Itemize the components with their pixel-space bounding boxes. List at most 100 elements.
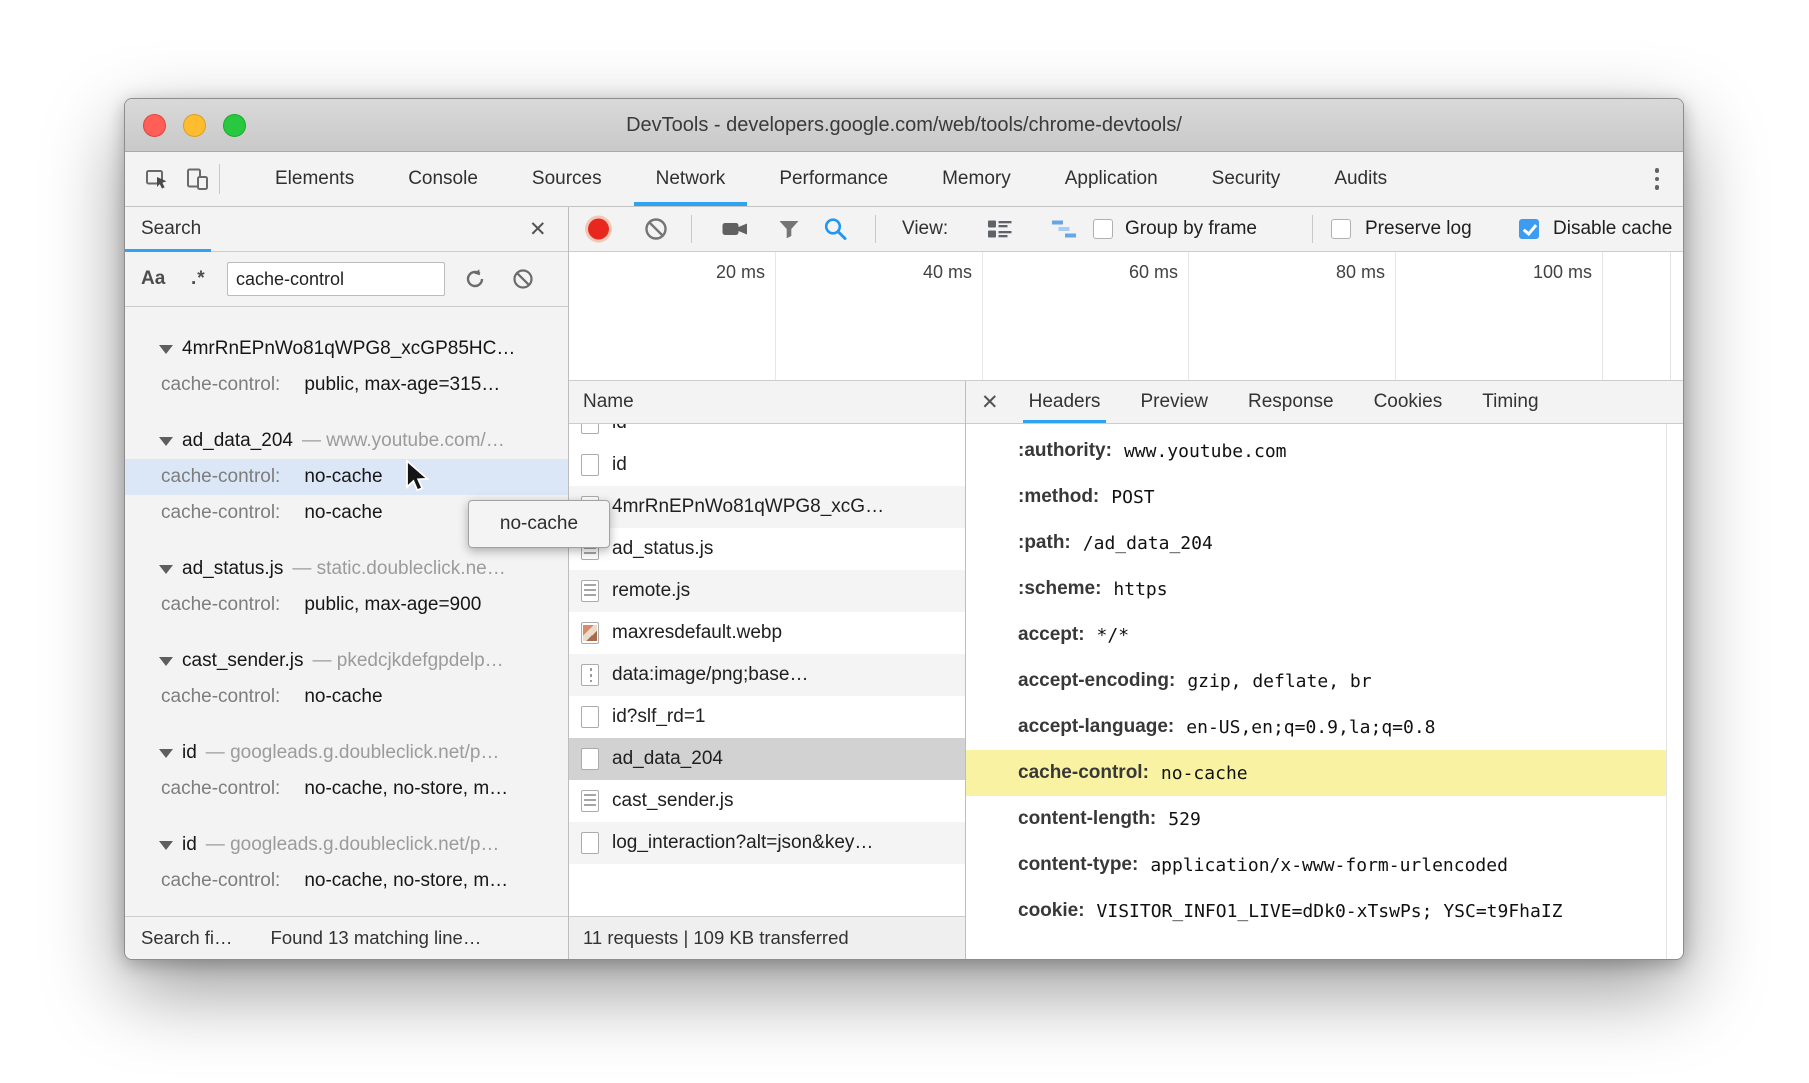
- request-rows: id id 4mrRnEPnWo81qWPG8_xcG… ad_status.j…: [569, 424, 965, 916]
- tab-response[interactable]: Response: [1228, 381, 1354, 423]
- request-row[interactable]: id: [569, 444, 965, 486]
- details-tabbar: ✕ Headers Preview Response Cookies Timin…: [966, 381, 1683, 424]
- header-line[interactable]: accept:*/*: [966, 612, 1683, 658]
- document-file-icon: [581, 706, 599, 728]
- search-match-line[interactable]: cache-control: public, max-age=900: [125, 587, 568, 623]
- collapse-triangle-icon: [159, 565, 173, 574]
- group-by-frame-checkbox[interactable]: [1093, 219, 1113, 239]
- waterfall-overview-icon[interactable]: [1051, 217, 1077, 241]
- header-line[interactable]: content-length:529: [966, 796, 1683, 842]
- tab-security[interactable]: Security: [1185, 152, 1308, 206]
- preserve-log-label[interactable]: Preserve log: [1365, 218, 1472, 240]
- tab-elements[interactable]: Elements: [248, 152, 381, 206]
- regex-button[interactable]: .*: [191, 268, 206, 290]
- request-row[interactable]: ad_status.js: [569, 528, 965, 570]
- close-window-button[interactable]: [143, 114, 166, 137]
- funnel-icon[interactable]: [777, 217, 801, 241]
- script-file-icon: [581, 580, 599, 602]
- tab-performance[interactable]: Performance: [752, 152, 915, 206]
- request-row[interactable]: log_interaction?alt=json&key…: [569, 822, 965, 864]
- request-row[interactable]: cast_sender.js: [569, 780, 965, 822]
- header-line-highlighted[interactable]: cache-control:no-cache: [966, 750, 1666, 796]
- devtools-menu-button[interactable]: [1631, 152, 1684, 206]
- record-icon[interactable]: [588, 219, 609, 240]
- search-group-header[interactable]: cast_sender.js — pkedcjkdefgpdelp…: [125, 643, 568, 679]
- camera-icon[interactable]: [721, 217, 749, 241]
- close-details-button[interactable]: ✕: [966, 381, 1009, 423]
- tab-preview[interactable]: Preview: [1120, 381, 1228, 423]
- tab-application[interactable]: Application: [1038, 152, 1185, 206]
- request-row[interactable]: maxresdefault.webp: [569, 612, 965, 654]
- search-input[interactable]: [227, 262, 445, 296]
- header-line[interactable]: accept-encoding:gzip, deflate, br: [966, 658, 1683, 704]
- search-group-header[interactable]: id — googleads.g.doubleclick.net/p…: [125, 827, 568, 863]
- search-group-header[interactable]: ad_data_204 — www.youtube.com/…: [125, 423, 568, 459]
- search-drawer-tab[interactable]: Search: [125, 207, 217, 251]
- close-icon[interactable]: ✕: [529, 219, 547, 240]
- zoom-window-button[interactable]: [223, 114, 246, 137]
- search-result-group: id — googleads.g.doubleclick.net/p… cach…: [125, 735, 568, 807]
- collapse-triangle-icon: [159, 657, 173, 666]
- header-line[interactable]: :method:POST: [966, 474, 1683, 520]
- request-row-partial[interactable]: id: [569, 424, 965, 444]
- search-group-header[interactable]: ad_status.js — static.doubleclick.ne…: [125, 551, 568, 587]
- search-group-header[interactable]: 4mrRnEPnWo81qWPG8_xcGP85HC…: [125, 331, 568, 367]
- tab-audits[interactable]: Audits: [1307, 152, 1414, 206]
- search-group-header[interactable]: id — googleads.g.doubleclick.net/p…: [125, 735, 568, 771]
- tab-sources[interactable]: Sources: [505, 152, 629, 206]
- timeline-gridline: [1188, 252, 1189, 380]
- disable-cache-checkbox[interactable]: [1519, 219, 1539, 239]
- request-row[interactable]: remote.js: [569, 570, 965, 612]
- search-drawer-header: Search ✕: [125, 207, 568, 252]
- search-match-line[interactable]: cache-control: no-cache: [125, 679, 568, 715]
- toolbar-separator: [1312, 215, 1313, 243]
- view-label: View:: [902, 218, 948, 240]
- match-case-button[interactable]: Aa: [141, 268, 165, 290]
- data-uri-icon: [581, 664, 599, 686]
- search-drawer: Search ✕ Aa .*: [125, 207, 569, 959]
- image-file-icon: [581, 622, 599, 644]
- timeline-gridline: [775, 252, 776, 380]
- request-rows-view-icon[interactable]: [987, 217, 1013, 241]
- name-column-header[interactable]: Name: [569, 381, 965, 424]
- header-line[interactable]: :path:/ad_data_204: [966, 520, 1683, 566]
- toolbar-separator: [691, 215, 692, 243]
- disable-cache-label[interactable]: Disable cache: [1553, 218, 1672, 240]
- request-row[interactable]: 4mrRnEPnWo81qWPG8_xcG…: [569, 486, 965, 528]
- toolbar-separator: [875, 215, 876, 243]
- search-icon[interactable]: [822, 216, 849, 243]
- header-line[interactable]: :authority:www.youtube.com: [966, 428, 1683, 474]
- scrollbar-gutter-line: [1670, 252, 1671, 380]
- header-line[interactable]: cookie:VISITOR_INFO1_LIVE=dDk0-xTswPs; Y…: [966, 888, 1683, 934]
- inspect-element-icon[interactable]: [145, 167, 169, 191]
- timeline-tick: 80 ms: [1245, 262, 1385, 283]
- scrollbar-gutter-line: [1666, 424, 1667, 959]
- timeline-gridline: [982, 252, 983, 380]
- group-by-frame-label[interactable]: Group by frame: [1125, 218, 1257, 240]
- search-match-line[interactable]: cache-control: no-cache, no-store, m…: [125, 863, 568, 899]
- tab-headers[interactable]: Headers: [1009, 381, 1121, 423]
- request-row-selected[interactable]: ad_data_204: [569, 738, 965, 780]
- header-line[interactable]: :scheme:https: [966, 566, 1683, 612]
- request-row[interactable]: data:image/png;base…: [569, 654, 965, 696]
- search-match-line-selected[interactable]: cache-control: no-cache: [125, 459, 568, 495]
- tab-cookies[interactable]: Cookies: [1354, 381, 1463, 423]
- tab-console[interactable]: Console: [381, 152, 505, 206]
- refresh-icon[interactable]: [463, 267, 487, 291]
- search-match-line[interactable]: cache-control: no-cache, no-store, m…: [125, 771, 568, 807]
- search-status-count: Found 13 matching line…: [271, 927, 482, 949]
- timeline-gridline: [1602, 252, 1603, 380]
- tab-network[interactable]: Network: [629, 152, 753, 206]
- request-row[interactable]: id?slf_rd=1: [569, 696, 965, 738]
- search-match-line[interactable]: cache-control: public, max-age=315…: [125, 367, 568, 403]
- tab-timing[interactable]: Timing: [1462, 381, 1558, 423]
- device-toolbar-icon[interactable]: [185, 167, 209, 191]
- clear-requests-icon[interactable]: [643, 216, 669, 242]
- preserve-log-checkbox[interactable]: [1331, 219, 1351, 239]
- minimize-window-button[interactable]: [183, 114, 206, 137]
- network-overview-timeline[interactable]: 20 ms 40 ms 60 ms 80 ms 100 ms: [569, 252, 1683, 381]
- tab-memory[interactable]: Memory: [915, 152, 1038, 206]
- header-line[interactable]: accept-language:en-US,en;q=0.9,la;q=0.8: [966, 704, 1683, 750]
- clear-search-icon[interactable]: [511, 267, 535, 291]
- header-line[interactable]: content-type:application/x-www-form-urle…: [966, 842, 1683, 888]
